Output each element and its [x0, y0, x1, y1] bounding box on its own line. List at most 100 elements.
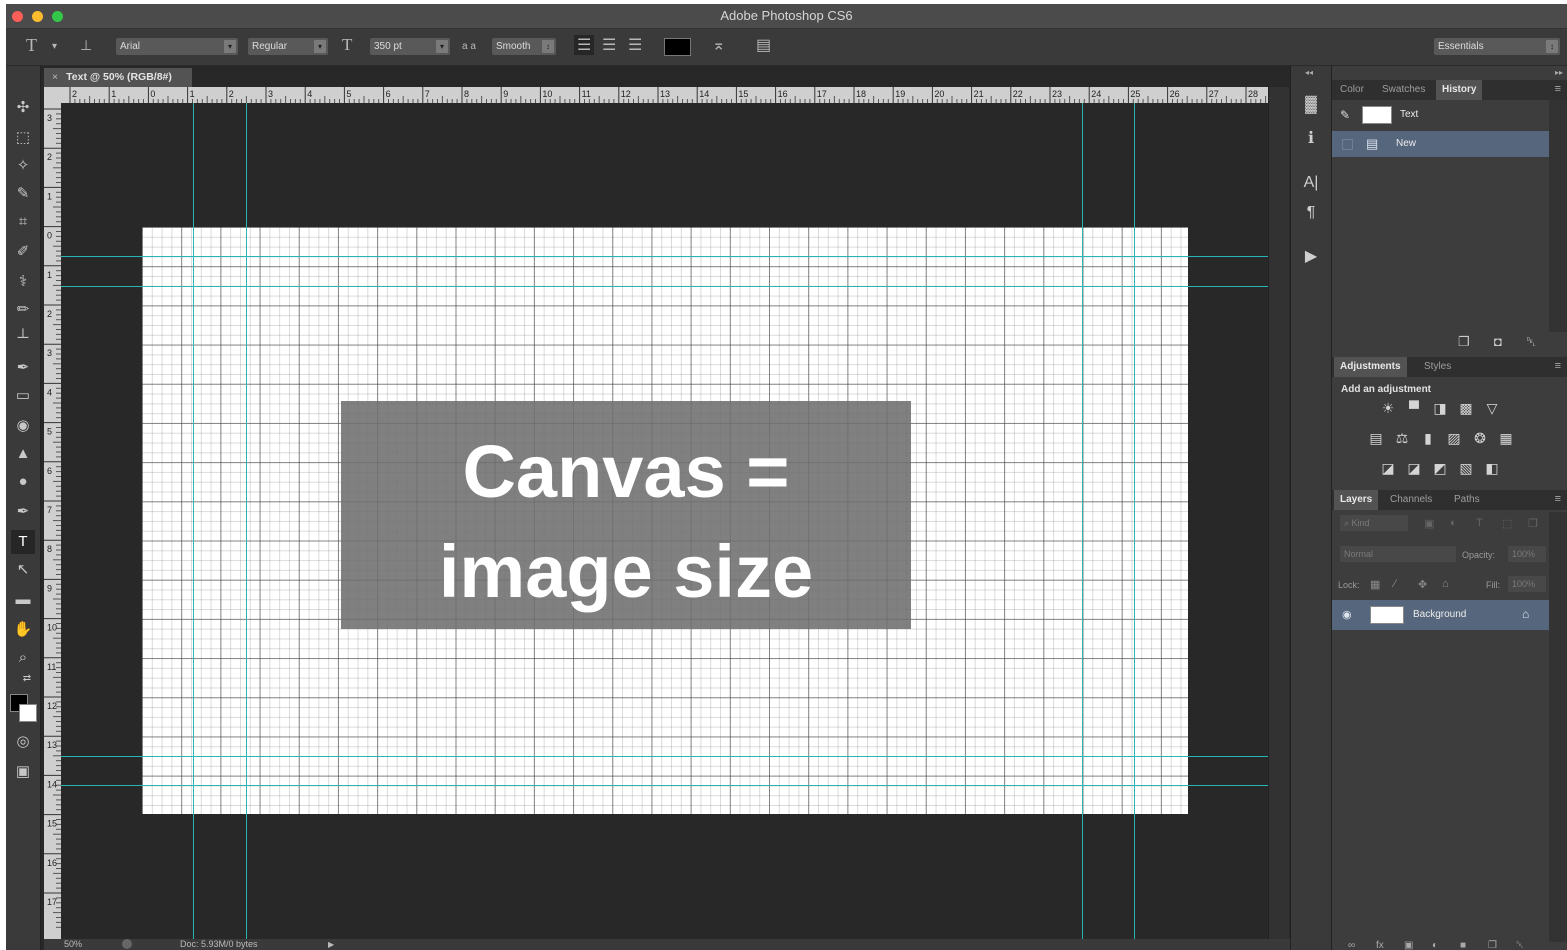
tab-swatches[interactable]: Swatches [1376, 80, 1431, 100]
layer-footer-icon[interactable]: ∞ [1348, 940, 1355, 950]
text-orientation-icon[interactable]: ⊥ [80, 37, 92, 54]
horizontal-ruler[interactable]: 2 1 0 1 2 3 4 5 6 7 8 9 10 11 12 13 14 15 16 17 18 19 20 21 22 23… [62, 87, 1268, 103]
guide-horizontal[interactable] [61, 286, 1268, 287]
tab-layers[interactable]: Layers [1334, 490, 1379, 510]
marquee-tool-icon[interactable]: ⬚ [11, 126, 35, 150]
adjustment-icon[interactable]: ▀ [1403, 400, 1425, 416]
adjustment-icon[interactable]: ▮ [1417, 430, 1439, 447]
text-color-swatch[interactable] [664, 38, 691, 56]
ruler-origin[interactable] [44, 87, 62, 103]
quick-selection-tool-icon[interactable]: ✎ [11, 182, 35, 206]
tab-paths[interactable]: Paths [1448, 490, 1486, 510]
dodge-tool-icon[interactable]: ● [11, 470, 35, 494]
adjustment-icon[interactable]: ▽ [1481, 400, 1503, 417]
opacity-input[interactable]: 100% [1508, 546, 1546, 562]
adjustment-icon[interactable]: ▧ [1455, 460, 1477, 477]
panel-menu-icon[interactable]: ≡ [1555, 493, 1561, 505]
lock-option-icon[interactable]: ⌂ [1442, 578, 1449, 590]
panel-menu-icon[interactable]: ≡ [1555, 360, 1561, 372]
layers-scrollbar[interactable] [1549, 512, 1567, 942]
healing-brush-tool-icon[interactable]: ⚕ [11, 270, 35, 294]
eyedropper-tool-icon[interactable]: ✐ [11, 240, 35, 264]
swap-colors-icon[interactable]: ⇄ [20, 672, 34, 686]
adjustment-icon[interactable]: ▦ [1495, 430, 1517, 447]
layer-filter-icon[interactable]: ❐ [1528, 517, 1538, 530]
layer-filter-icon[interactable]: ▣ [1424, 517, 1434, 530]
tab-history[interactable]: History [1436, 80, 1483, 100]
adjustment-icon[interactable]: ▤ [1365, 430, 1387, 447]
layer-footer-icon[interactable]: ▣ [1404, 940, 1413, 950]
character-panel-icon[interactable]: A| [1299, 172, 1323, 194]
tab-color[interactable]: Color [1334, 80, 1370, 100]
layer-visibility-eye-icon[interactable]: ◉ [1342, 608, 1352, 621]
history-scrollbar[interactable] [1549, 100, 1567, 332]
layer-filter-icon[interactable]: ⬚ [1502, 517, 1512, 530]
status-menu-arrow-icon[interactable]: ▶ [328, 939, 334, 950]
new-document-from-state-icon[interactable]: ❐ [1458, 334, 1470, 350]
layer-footer-icon[interactable]: fx [1376, 940, 1384, 950]
history-snapshot[interactable]: ✎ Text [1332, 102, 1549, 128]
move-tool-icon[interactable]: ✣ [11, 96, 35, 120]
vertical-ruler[interactable]: 3 2 1 0 1 2 3 4 5 6 7 8 9 10 11 12 13 14 15 16 17 [44, 103, 61, 939]
guide-vertical[interactable] [193, 103, 194, 939]
character-paragraph-panel-icon[interactable]: ▤ [756, 35, 771, 55]
align-center-icon[interactable]: ☰ [602, 35, 616, 55]
collapse-panels-icon[interactable]: ◂◂ [1305, 68, 1313, 77]
guide-vertical[interactable] [246, 103, 247, 939]
background-color-swatch[interactable] [19, 704, 37, 722]
fill-input[interactable]: 100% [1508, 576, 1546, 592]
layer-name[interactable]: Background [1413, 609, 1466, 620]
paint-bucket-tool-icon[interactable]: ◉ [11, 414, 35, 438]
history-brush-tool-icon[interactable]: ✒ [11, 356, 35, 380]
workspace-select[interactable]: Essentials ↕ [1434, 38, 1560, 55]
history-state-new[interactable]: ▤ New [1332, 131, 1549, 157]
brush-tool-icon[interactable]: ✏ [11, 298, 35, 322]
crop-tool-icon[interactable]: ⌗ [11, 210, 35, 234]
layer-footer-icon[interactable]: ❐ [1488, 940, 1497, 950]
hand-tool-icon[interactable]: ✋ [11, 618, 35, 642]
adjustment-icon[interactable]: ⚖ [1391, 430, 1413, 447]
layer-footer-icon[interactable]: ◐ [1432, 940, 1438, 950]
lock-option-icon[interactable]: ▦ [1370, 578, 1380, 591]
document-canvas-area[interactable]: Canvas = image size [61, 103, 1268, 939]
eraser-tool-icon[interactable]: ▭ [11, 384, 35, 408]
antialias-select[interactable]: Smooth ↕ [492, 38, 556, 55]
layer-footer-icon[interactable]: ␡ [1516, 940, 1524, 950]
document-tab[interactable]: × Text @ 50% (RGB/8#) [44, 68, 192, 87]
adjustment-icon[interactable]: ❂ [1469, 430, 1491, 447]
clone-stamp-tool-icon[interactable]: ┴ [11, 326, 35, 350]
panel-menu-icon[interactable]: ≡ [1555, 83, 1561, 95]
text-tool-preset-icon[interactable]: T [26, 35, 37, 56]
guide-horizontal[interactable] [61, 256, 1268, 257]
paragraph-panel-icon[interactable]: ¶ [1299, 202, 1323, 224]
adjustment-icon[interactable]: ▩ [1455, 400, 1477, 417]
expand-panels-icon[interactable]: ▸▸ [1555, 68, 1563, 77]
histogram-panel-icon[interactable]: ▓ [1299, 94, 1323, 116]
tab-channels[interactable]: Channels [1384, 490, 1438, 510]
adjustment-icon[interactable]: ◧ [1481, 460, 1503, 477]
guide-vertical[interactable] [1082, 103, 1083, 939]
trash-icon[interactable]: ␡ [1526, 334, 1536, 350]
vertical-scrollbar[interactable] [1268, 87, 1289, 939]
adjustment-icon[interactable]: ◪ [1403, 460, 1425, 477]
align-left-icon[interactable]: ☰ [574, 35, 595, 55]
history-brush-source-icon[interactable]: ✎ [1340, 108, 1350, 122]
font-size-select[interactable]: 350 pt ▾ [370, 38, 450, 55]
adjustment-icon[interactable]: ▨ [1443, 430, 1465, 447]
adjustment-icon[interactable]: ◨ [1429, 400, 1451, 417]
tab-styles[interactable]: Styles [1418, 357, 1457, 377]
zoom-tool-icon[interactable]: ⌕ [11, 646, 35, 670]
layer-filter-icon[interactable]: T [1476, 517, 1483, 529]
close-document-icon[interactable]: × [52, 71, 58, 83]
path-selection-tool-icon[interactable]: ↖ [11, 558, 35, 582]
adjustment-icon[interactable]: ☀ [1377, 400, 1399, 417]
quick-mask-icon[interactable]: ◎ [11, 730, 35, 754]
adjustment-icon[interactable]: ◩ [1429, 460, 1451, 477]
type-tool-icon[interactable]: T [11, 530, 35, 554]
status-info-icon[interactable] [122, 939, 132, 949]
font-style-select[interactable]: Regular ▾ [248, 38, 328, 55]
guide-horizontal[interactable] [61, 785, 1268, 786]
guide-vertical[interactable] [1134, 103, 1135, 939]
guide-horizontal[interactable] [61, 756, 1268, 757]
blend-mode-select[interactable]: Normal [1340, 546, 1456, 562]
